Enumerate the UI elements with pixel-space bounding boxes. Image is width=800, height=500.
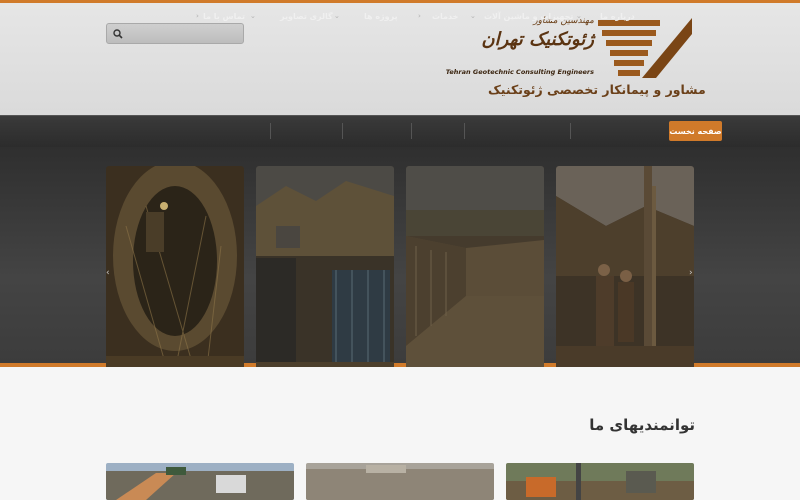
- chevron-down-icon: ⌄: [250, 12, 256, 20]
- nav-item-projects[interactable]: پروژه ها: [364, 0, 398, 32]
- capability-thumb-roadwork[interactable]: [106, 463, 294, 500]
- chevron-right-icon: ›: [196, 12, 199, 20]
- chevron-right-icon: ›: [418, 12, 421, 20]
- logo-name: ژئوتکنیک تهران: [481, 29, 594, 50]
- slide-drilling[interactable]: [556, 166, 694, 392]
- nav-item-equipment[interactable]: تجهیزات و ماشین آلات: [484, 0, 573, 32]
- construction-image: [256, 166, 394, 392]
- nav-divider: [464, 123, 465, 139]
- nav-item-gallery[interactable]: گالری تصاویر: [280, 0, 333, 32]
- capability-thumb-drilling-rig[interactable]: [506, 463, 694, 500]
- nav-item-label: گالری تصاویر: [280, 11, 333, 21]
- nav-divider: [342, 123, 343, 139]
- slide-excavation[interactable]: [406, 166, 544, 392]
- drilling-rig-image: [506, 463, 694, 500]
- section-title: توانمندیهای ما: [589, 416, 695, 434]
- nav-divider: [570, 123, 571, 139]
- slide-construction-site[interactable]: [256, 166, 394, 392]
- excavation-image: [406, 166, 544, 392]
- nav-item-label: درباره ما: [600, 11, 635, 21]
- logo-english-name: Tehran Geotechnic Consulting Engineers: [445, 68, 594, 76]
- wall-image: [306, 463, 494, 500]
- slide-tunnel[interactable]: [106, 166, 244, 392]
- capability-thumb-wall[interactable]: [306, 463, 494, 500]
- nav-item-label: خدمات: [432, 11, 459, 21]
- nav-item-home[interactable]: صفحه نخست: [669, 121, 722, 141]
- nav-item-contact[interactable]: تماس با ما: [203, 0, 245, 32]
- nav-item-about[interactable]: درباره ما: [600, 0, 635, 32]
- drilling-image: [556, 166, 694, 392]
- site-tagline: مشاور و پیمانکار تخصصی ژئوتکنیک: [488, 82, 706, 97]
- nav-divider: [270, 123, 271, 139]
- nav-item-label: تجهیزات و ماشین آلات: [484, 11, 574, 21]
- tunnel-image: [106, 166, 244, 392]
- nav-item-services[interactable]: خدمات: [432, 0, 458, 32]
- roadwork-image: [106, 463, 294, 500]
- chevron-down-icon: ⌄: [576, 12, 582, 20]
- slider-prev-arrow[interactable]: ‹: [106, 268, 110, 278]
- nav-item-label: تماس با ما: [203, 11, 245, 21]
- search-icon[interactable]: [112, 28, 124, 40]
- chevron-down-icon: ⌄: [470, 12, 476, 20]
- nav-divider: [411, 123, 412, 139]
- slider-next-arrow[interactable]: ›: [689, 268, 693, 278]
- chevron-down-icon: ⌄: [334, 12, 340, 20]
- nav-item-label: پروژه ها: [364, 11, 398, 21]
